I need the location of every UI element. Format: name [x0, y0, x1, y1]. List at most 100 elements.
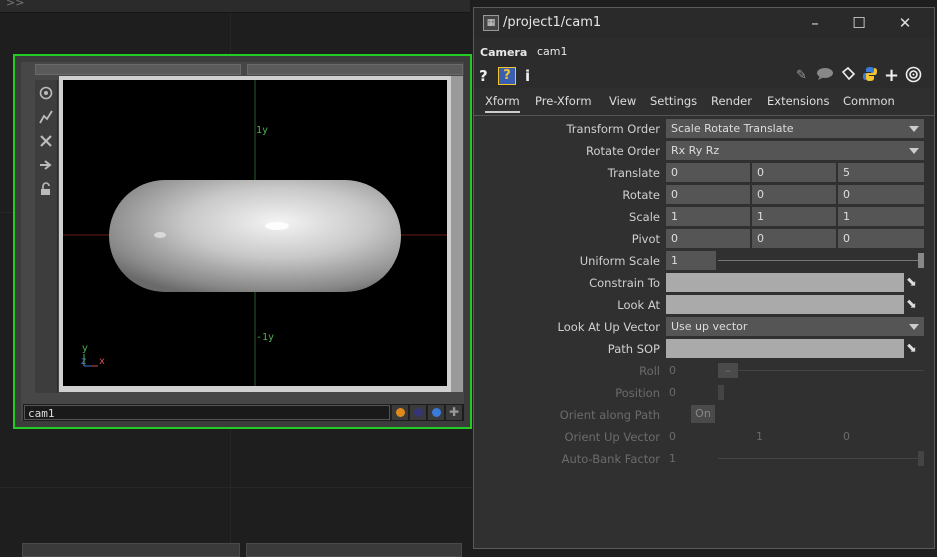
param-label: Look At — [617, 298, 660, 312]
orient-along-path-toggle: On — [691, 405, 715, 423]
auto-bank-value: 1 — [669, 452, 676, 465]
viewer-target-icon[interactable] — [905, 66, 922, 88]
camera-node[interactable]: 1y -1y y z x cam1 ✚ — [13, 54, 472, 429]
param-label: Orient along Path — [559, 408, 660, 422]
translate-x-field[interactable]: 0 — [666, 163, 750, 182]
target-icon[interactable] — [38, 86, 54, 102]
orient-up-y-value: 1 — [756, 430, 763, 443]
drop-arrow-icon[interactable]: ⬊ — [906, 341, 917, 356]
orient-up-z-value: 0 — [843, 430, 850, 443]
translate-y-field[interactable]: 0 — [752, 163, 836, 182]
plus-flag-icon[interactable]: ✚ — [445, 405, 462, 420]
maximize-button[interactable]: ☐ — [848, 12, 870, 34]
roll-knob: – — [718, 363, 738, 378]
drop-arrow-icon[interactable]: ⬊ — [906, 275, 917, 290]
look-at-field[interactable] — [666, 295, 904, 314]
operator-type: Camera — [480, 46, 528, 59]
param-path-sop: Path SOP ⬊ — [474, 339, 934, 359]
param-look-at: Look At ⬊ — [474, 295, 934, 315]
node-tab — [22, 543, 240, 557]
param-orient-up-vector: Orient Up Vector 0 1 0 — [474, 427, 934, 447]
param-label: Pivot — [631, 232, 660, 246]
node-name-field[interactable]: cam1 — [24, 405, 390, 420]
plus-icon[interactable]: + — [884, 66, 899, 86]
help-icon[interactable]: ? — [479, 66, 488, 86]
position-value: 0 — [669, 386, 676, 399]
tab-xform[interactable]: Xform — [485, 94, 520, 113]
info-icon[interactable]: i — [525, 66, 530, 86]
param-rotate-order: Rotate Order Rx Ry Rz — [474, 141, 934, 161]
flag-blue[interactable] — [427, 405, 444, 420]
auto-bank-knob — [918, 451, 924, 466]
axis-bottom-label: -1y — [256, 332, 275, 343]
param-tabs: Xform Pre-Xform View Settings Render Ext… — [474, 88, 934, 116]
viewer-toolbar — [35, 80, 58, 393]
flag-dark-blue[interactable] — [409, 405, 426, 420]
path-icon[interactable] — [38, 110, 54, 126]
tab-settings[interactable]: Settings — [650, 94, 697, 108]
param-transform-order: Transform Order Scale Rotate Translate — [474, 119, 934, 139]
viewer-scrollbar[interactable] — [451, 76, 463, 392]
uniform-scale-knob[interactable] — [918, 253, 924, 268]
param-pivot: Pivot 0 0 0 — [474, 229, 934, 249]
param-label: Position — [615, 386, 660, 400]
close-x-icon[interactable] — [38, 134, 54, 150]
param-rotate: Rotate 0 0 0 — [474, 185, 934, 205]
node-body: 1y -1y y z x cam1 ✚ — [21, 62, 464, 421]
tab-render[interactable]: Render — [711, 94, 752, 108]
uniform-scale-slider[interactable] — [718, 260, 918, 261]
pivot-z-field[interactable]: 0 — [838, 229, 924, 248]
look-at-up-vector-menu[interactable]: Use up vector — [666, 317, 924, 336]
window-title: /project1/cam1 — [503, 15, 602, 30]
pivot-x-field[interactable]: 0 — [666, 229, 750, 248]
menu-value: Use up vector — [671, 320, 748, 333]
rotate-y-field[interactable]: 0 — [752, 185, 836, 204]
param-look-at-up-vector: Look At Up Vector Use up vector — [474, 317, 934, 337]
pivot-y-field[interactable]: 0 — [752, 229, 836, 248]
minimize-button[interactable]: – — [804, 12, 826, 34]
node-output-tab — [247, 64, 463, 75]
translate-z-field[interactable]: 5 — [838, 163, 924, 182]
node-bar: cam1 ✚ — [23, 404, 464, 421]
constrain-to-field[interactable] — [666, 273, 904, 292]
overflow-icon[interactable]: >> — [6, 0, 24, 9]
rotate-x-field[interactable]: 0 — [666, 185, 750, 204]
position-knob — [718, 385, 724, 400]
param-translate: Translate 0 0 5 — [474, 163, 934, 183]
transform-order-menu[interactable]: Scale Rotate Translate — [666, 119, 924, 138]
arrow-right-icon[interactable] — [38, 158, 54, 174]
chevron-down-icon — [909, 126, 919, 132]
python-help-icon[interactable]: ? — [498, 67, 516, 85]
tab-extensions[interactable]: Extensions — [767, 94, 829, 108]
drop-arrow-icon[interactable]: ⬊ — [906, 297, 917, 312]
param-orient-along-path: Orient along Path On — [474, 405, 934, 425]
param-label: Roll — [639, 364, 660, 378]
pencil-icon[interactable]: ✎ — [796, 66, 807, 86]
param-label: Path SOP — [607, 342, 660, 356]
param-label: Rotate Order — [586, 144, 660, 158]
scale-x-field[interactable]: 1 — [666, 207, 750, 226]
operator-name[interactable]: cam1 — [537, 45, 568, 58]
rotate-order-menu[interactable]: Rx Ry Rz — [666, 141, 924, 160]
python-icon[interactable] — [862, 66, 878, 87]
lock-icon[interactable] — [38, 182, 54, 198]
tab-view[interactable]: View — [609, 94, 636, 108]
path-sop-field[interactable] — [666, 339, 904, 358]
scale-z-field[interactable]: 1 — [838, 207, 924, 226]
title-bar[interactable]: ▦ /project1/cam1 – ☐ ✕ — [474, 8, 934, 38]
menu-value: Rx Ry Rz — [671, 144, 720, 157]
tab-pre-xform[interactable]: Pre-Xform — [535, 94, 592, 108]
scale-y-field[interactable]: 1 — [752, 207, 836, 226]
rotate-z-field[interactable]: 0 — [838, 185, 924, 204]
tab-common[interactable]: Common — [843, 94, 895, 108]
uniform-scale-field[interactable]: 1 — [666, 251, 716, 270]
bucket-icon[interactable] — [840, 66, 856, 87]
param-label: Uniform Scale — [579, 254, 660, 268]
comment-icon[interactable] — [816, 66, 834, 86]
auto-bank-slider — [718, 458, 918, 459]
roll-value: 0 — [669, 364, 676, 377]
flag-orange[interactable] — [391, 405, 408, 420]
close-button[interactable]: ✕ — [894, 12, 916, 34]
camera-viewport[interactable]: 1y -1y y z x — [63, 80, 447, 386]
param-label: Translate — [607, 166, 660, 180]
